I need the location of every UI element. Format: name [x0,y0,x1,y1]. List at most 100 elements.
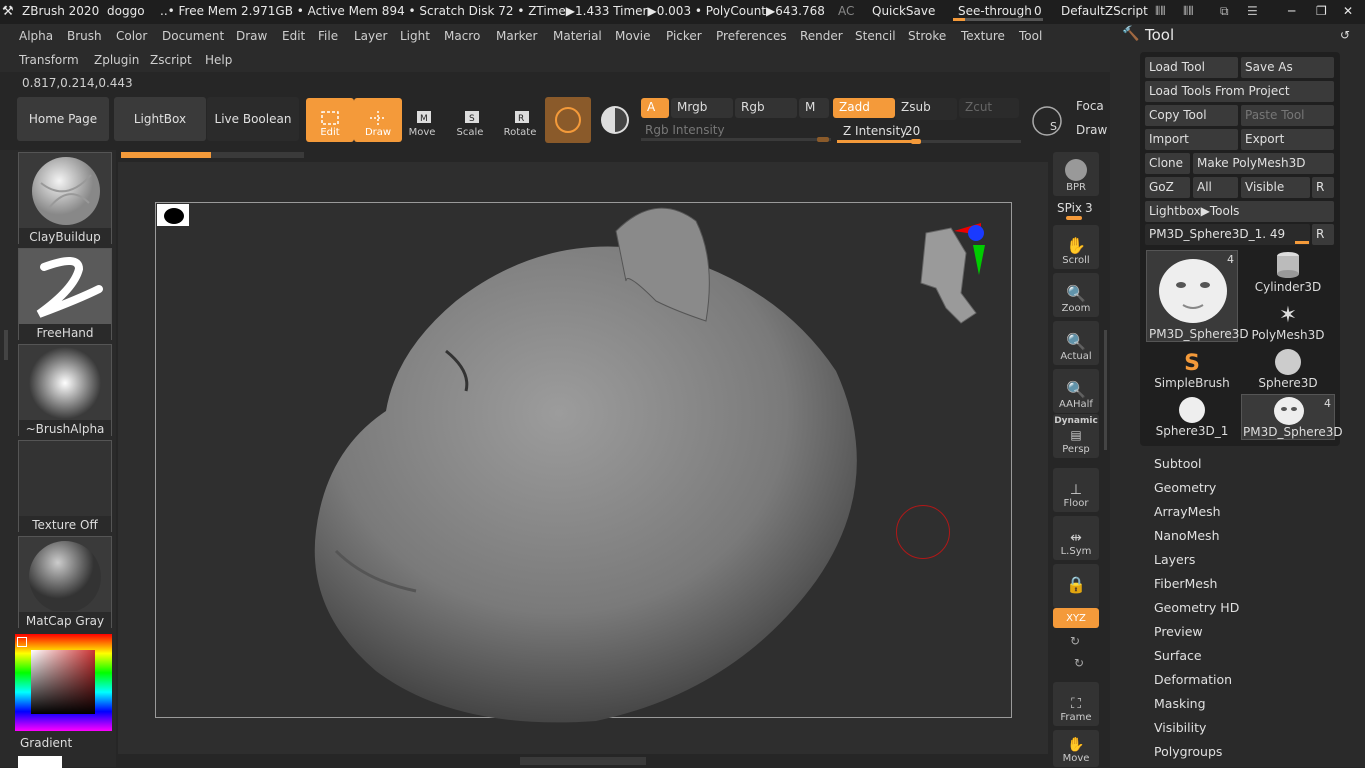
zadd-toggle[interactable]: Zadd [833,98,895,118]
visible-button[interactable]: Visible [1241,177,1310,198]
menu-draw[interactable]: Draw [236,29,267,43]
menu-picker[interactable]: Picker [666,29,702,43]
z-intensity-slider[interactable] [837,139,1021,144]
section-preview[interactable]: Preview [1154,624,1203,639]
rotate-button[interactable]: R Rotate [496,98,544,142]
see-through-slider[interactable] [953,18,1043,21]
section-layers[interactable]: Layers [1154,552,1195,567]
gradient-label[interactable]: Gradient [20,736,72,750]
edit-button[interactable]: Edit [306,98,354,142]
see-through-label[interactable]: See-through [958,4,1032,18]
menu-zplugin[interactable]: Zplugin [94,53,139,67]
layout-alt-icon[interactable]: ⦀⦀ [1183,4,1194,19]
menu-render[interactable]: Render [800,29,843,43]
section-nanomesh[interactable]: NanoMesh [1154,528,1220,543]
paste-tool-button[interactable]: Paste Tool [1241,105,1334,126]
r-button[interactable]: R [1312,177,1334,198]
export-button[interactable]: Export [1241,129,1334,150]
dog-head-model[interactable] [296,191,876,731]
persp-button[interactable]: Dynamic ▤ Persp [1053,414,1099,458]
lightbox-button[interactable]: LightBox [114,97,206,141]
menu-transform[interactable]: Transform [19,53,79,67]
rotate-y-icon[interactable]: ↻ [1070,634,1080,648]
section-surface[interactable]: Surface [1154,648,1202,663]
spix-label[interactable]: SPix [1057,201,1082,215]
menu-edit[interactable]: Edit [282,29,305,43]
menu-alpha[interactable]: Alpha [19,29,53,43]
menu-file[interactable]: File [318,29,338,43]
lock-button[interactable]: 🔒 [1053,564,1099,608]
stroke-thumbnail[interactable]: FreeHand [18,248,112,340]
tool-thumb-sphere3d-1[interactable]: Sphere3D_1 [1145,394,1239,440]
color-picker[interactable] [15,634,112,731]
draw-button[interactable]: Draw [354,98,402,142]
alpha-thumbnail[interactable]: ~BrushAlpha [18,344,112,436]
tool-thumb-sphere3d[interactable]: Sphere3D [1241,346,1335,392]
m-toggle[interactable]: M [799,98,829,118]
rgb-toggle[interactable]: Rgb [735,98,797,118]
z-intensity-handle[interactable] [911,139,921,144]
lsym-button[interactable]: ⇹ L.Sym [1053,516,1099,560]
gyro-button[interactable] [597,100,633,140]
zoom-button[interactable]: 🔍 Zoom [1053,273,1099,317]
floor-button[interactable]: ⊥ Floor [1053,468,1099,512]
clone-button[interactable]: Clone [1145,153,1190,174]
texture-thumbnail[interactable]: Texture Off [18,440,112,532]
rotate-z-icon[interactable]: ↻ [1074,656,1084,670]
menu-preferences[interactable]: Preferences [716,29,787,43]
all-button[interactable]: All [1193,177,1238,198]
a-toggle[interactable]: A [641,98,669,118]
menu-texture[interactable]: Texture [961,29,1005,43]
restore-icon[interactable]: ❐ [1316,4,1327,18]
section-subtool[interactable]: Subtool [1154,456,1201,471]
quicksave-button[interactable]: QuickSave [872,4,935,18]
frame-button[interactable]: ⛶ Frame [1053,682,1099,726]
zsub-toggle[interactable]: Zsub [895,98,957,120]
scale-button[interactable]: S Scale [446,98,494,142]
bottom-tray-handle[interactable] [520,757,646,765]
mrgb-toggle[interactable]: Mrgb [671,98,733,118]
menu-color[interactable]: Color [116,29,147,43]
material-sphere-button[interactable] [545,97,591,143]
r-tool-button[interactable]: R [1312,224,1334,245]
bpr-button[interactable]: BPR [1053,152,1099,196]
menu-zscript[interactable]: Zscript [150,53,192,67]
tool-thumb-pm3d-sphere3d-2[interactable]: 4 PM3D_Sphere3D [1241,394,1343,440]
menu-document[interactable]: Document [162,29,224,43]
live-boolean-button[interactable]: Live Boolean [207,97,299,141]
aahalf-button[interactable]: 🔍 AAHalf [1053,369,1099,413]
main-color-swatch[interactable] [18,756,62,768]
rgb-intensity-slider[interactable] [641,137,831,142]
menu-help[interactable]: Help [205,53,232,67]
minimize-icon[interactable]: ─ [1288,4,1295,18]
actual-button[interactable]: 🔍 Actual [1053,321,1099,365]
section-visibility[interactable]: Visibility [1154,720,1206,735]
import-button[interactable]: Import [1145,129,1238,150]
move-button[interactable]: M Move [398,98,446,142]
color-square[interactable] [31,650,95,714]
load-tools-from-project-button[interactable]: Load Tools From Project [1145,81,1334,102]
menu-material[interactable]: Material [553,29,602,43]
current-tool-handle[interactable] [1295,241,1309,244]
section-masking[interactable]: Masking [1154,696,1206,711]
menu-marker[interactable]: Marker [496,29,537,43]
menu-stroke[interactable]: Stroke [908,29,946,43]
menu-layer[interactable]: Layer [354,29,387,43]
focal-shift-button[interactable]: S [1027,102,1067,140]
navigation-head-gizmo[interactable] [906,223,986,333]
menu-light[interactable]: Light [400,29,430,43]
default-zscript[interactable]: DefaultZScript [1061,4,1148,18]
tool-thumb-cylinder3d[interactable]: Cylinder3D [1241,250,1335,296]
save-as-button[interactable]: Save As [1241,57,1334,78]
make-polymesh3d-button[interactable]: Make PolyMesh3D [1193,153,1334,174]
section-fibermesh[interactable]: FiberMesh [1154,576,1217,591]
menu-tool[interactable]: Tool [1019,29,1042,43]
menu-brush[interactable]: Brush [67,29,102,43]
move-view-button[interactable]: ✋ Move [1053,730,1099,767]
window-icon[interactable]: ⧉ [1220,4,1229,19]
menu-movie[interactable]: Movie [615,29,651,43]
zcut-toggle[interactable]: Zcut [959,98,1019,118]
lightbox-tools-button[interactable]: Lightbox▶Tools [1145,201,1334,222]
section-geometry[interactable]: Geometry [1154,480,1216,495]
copy-tool-button[interactable]: Copy Tool [1145,105,1238,126]
